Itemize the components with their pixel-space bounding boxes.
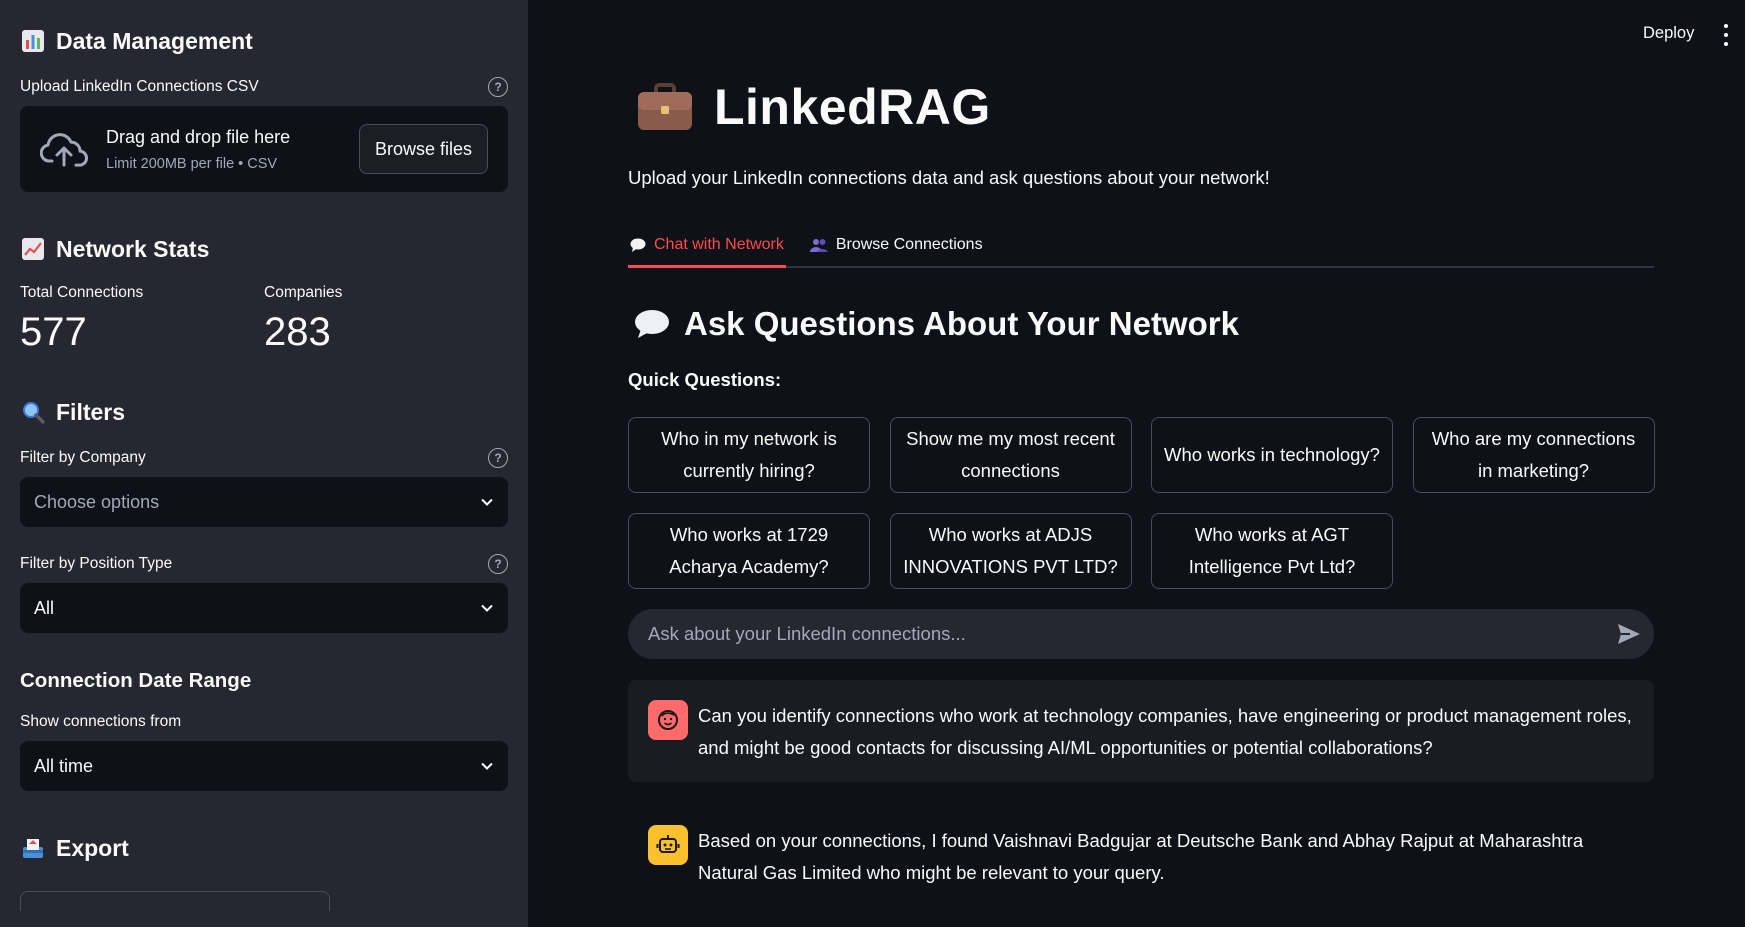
quick-question-button[interactable]: Who works in technology? <box>1151 417 1393 493</box>
user-avatar-icon <box>648 700 688 740</box>
trending-up-icon <box>20 236 46 262</box>
page-subtitle: Upload your LinkedIn connections data an… <box>628 167 1270 188</box>
section-title-row: Ask Questions About Your Network <box>634 305 1239 343</box>
tab-browse-connections[interactable]: Browse Connections <box>808 224 985 266</box>
date-range-value: All time <box>34 755 94 776</box>
data-management-title: Data Management <box>56 27 253 54</box>
export-button[interactable] <box>20 891 330 911</box>
assistant-message-text: Based on your connections, I found Vaish… <box>698 830 1584 883</box>
companies-label: Companies <box>264 284 343 301</box>
main-menu-icon[interactable] <box>1722 24 1730 46</box>
total-connections-value: 577 <box>20 310 87 354</box>
network-stats-title: Network Stats <box>56 235 210 262</box>
page-title-row: LinkedRAG <box>636 78 991 136</box>
export-title: Export <box>56 834 129 861</box>
quick-question-button[interactable]: Who are my connections in marketing? <box>1412 417 1655 493</box>
cloud-upload-icon <box>40 133 88 167</box>
help-icon[interactable]: ? <box>488 554 508 574</box>
stats-row: Total Connections 577 Companies 283 <box>20 284 508 355</box>
section-title: Ask Questions About Your Network <box>684 305 1239 342</box>
browse-files-button[interactable]: Browse files <box>358 124 488 174</box>
chat-message-user: Can you identify connections who work at… <box>628 680 1654 782</box>
help-icon[interactable]: ? <box>488 448 508 468</box>
quick-question-button[interactable]: Who in my network is currently hiring? <box>628 417 870 493</box>
filter-position-label-row: Filter by Position Type ? <box>20 553 508 575</box>
speech-bubble-icon <box>630 238 646 252</box>
filter-company-select[interactable]: Choose options <box>20 477 508 527</box>
total-connections-metric: Total Connections 577 <box>20 284 264 355</box>
quick-questions-label: Quick Questions: <box>628 369 782 390</box>
chat-input-bar <box>628 609 1654 659</box>
show-connections-label: Show connections from <box>20 713 182 730</box>
chevron-down-icon <box>481 498 493 506</box>
quick-question-button[interactable]: Who works at AGT Intelligence Pvt Ltd? <box>1151 513 1393 589</box>
filters-header: Filters <box>20 395 508 429</box>
quick-question-button[interactable]: Show me my most recent connections <box>889 417 1132 493</box>
chevron-down-icon <box>481 762 493 770</box>
filter-position-value: All <box>34 597 55 618</box>
help-icon[interactable]: ? <box>488 77 508 97</box>
date-range-select[interactable]: All time <box>20 741 508 791</box>
bot-avatar-icon <box>648 825 688 865</box>
user-message-text: Can you identify connections who work at… <box>698 705 1632 758</box>
upload-label-row: Upload LinkedIn Connections CSV ? <box>20 76 508 98</box>
tab-chat-label: Chat with Network <box>654 235 784 253</box>
file-uploader[interactable]: Drag and drop file here Limit 200MB per … <box>20 106 508 192</box>
quick-question-button[interactable]: Who works at ADJS INNOVATIONS PVT LTD? <box>889 513 1132 589</box>
tab-bar: Chat with Network Browse Connections <box>628 224 1654 268</box>
upload-limit-text: Limit 200MB per file • CSV <box>106 155 278 172</box>
send-icon[interactable] <box>1616 621 1642 647</box>
filter-company-label: Filter by Company <box>20 449 146 466</box>
page-title: LinkedRAG <box>714 79 991 135</box>
briefcase-icon <box>638 83 692 130</box>
companies-metric: Companies 283 <box>264 284 508 355</box>
upload-text: Drag and drop file here Limit 200MB per … <box>106 127 359 172</box>
chat-input[interactable] <box>648 623 1548 645</box>
date-range-title: Connection Date Range <box>20 669 252 692</box>
bar-chart-icon <box>20 28 46 54</box>
filter-company-label-row: Filter by Company ? <box>20 447 508 469</box>
people-icon <box>809 239 828 252</box>
companies-value: 283 <box>264 310 331 354</box>
chevron-down-icon <box>481 604 493 612</box>
filter-company-placeholder: Choose options <box>34 491 160 512</box>
magnifier-icon <box>20 399 46 425</box>
total-connections-label: Total Connections <box>20 284 144 301</box>
upload-drag-text: Drag and drop file here <box>106 126 291 147</box>
filter-position-label: Filter by Position Type <box>20 555 173 572</box>
chat-message-assistant: Based on your connections, I found Vaish… <box>628 805 1654 905</box>
data-management-header: Data Management <box>20 24 508 58</box>
quick-questions-grid: Who in my network is currently hiring? S… <box>628 417 1655 589</box>
filters-title: Filters <box>56 398 126 425</box>
tab-browse-label: Browse Connections <box>835 236 983 253</box>
tab-chat-with-network[interactable]: Chat with Network <box>628 224 786 268</box>
filter-position-select[interactable]: All <box>20 583 508 633</box>
deploy-button[interactable]: Deploy <box>1643 24 1694 43</box>
outbox-icon <box>20 835 46 861</box>
quick-question-button[interactable]: Who works at 1729 Acharya Academy? <box>628 513 870 589</box>
export-header: Export <box>20 831 508 865</box>
sidebar: Data Management Upload LinkedIn Connecti… <box>0 0 528 927</box>
speech-bubble-icon <box>635 310 669 338</box>
network-stats-header: Network Stats <box>20 232 508 266</box>
upload-label: Upload LinkedIn Connections CSV <box>20 78 259 95</box>
